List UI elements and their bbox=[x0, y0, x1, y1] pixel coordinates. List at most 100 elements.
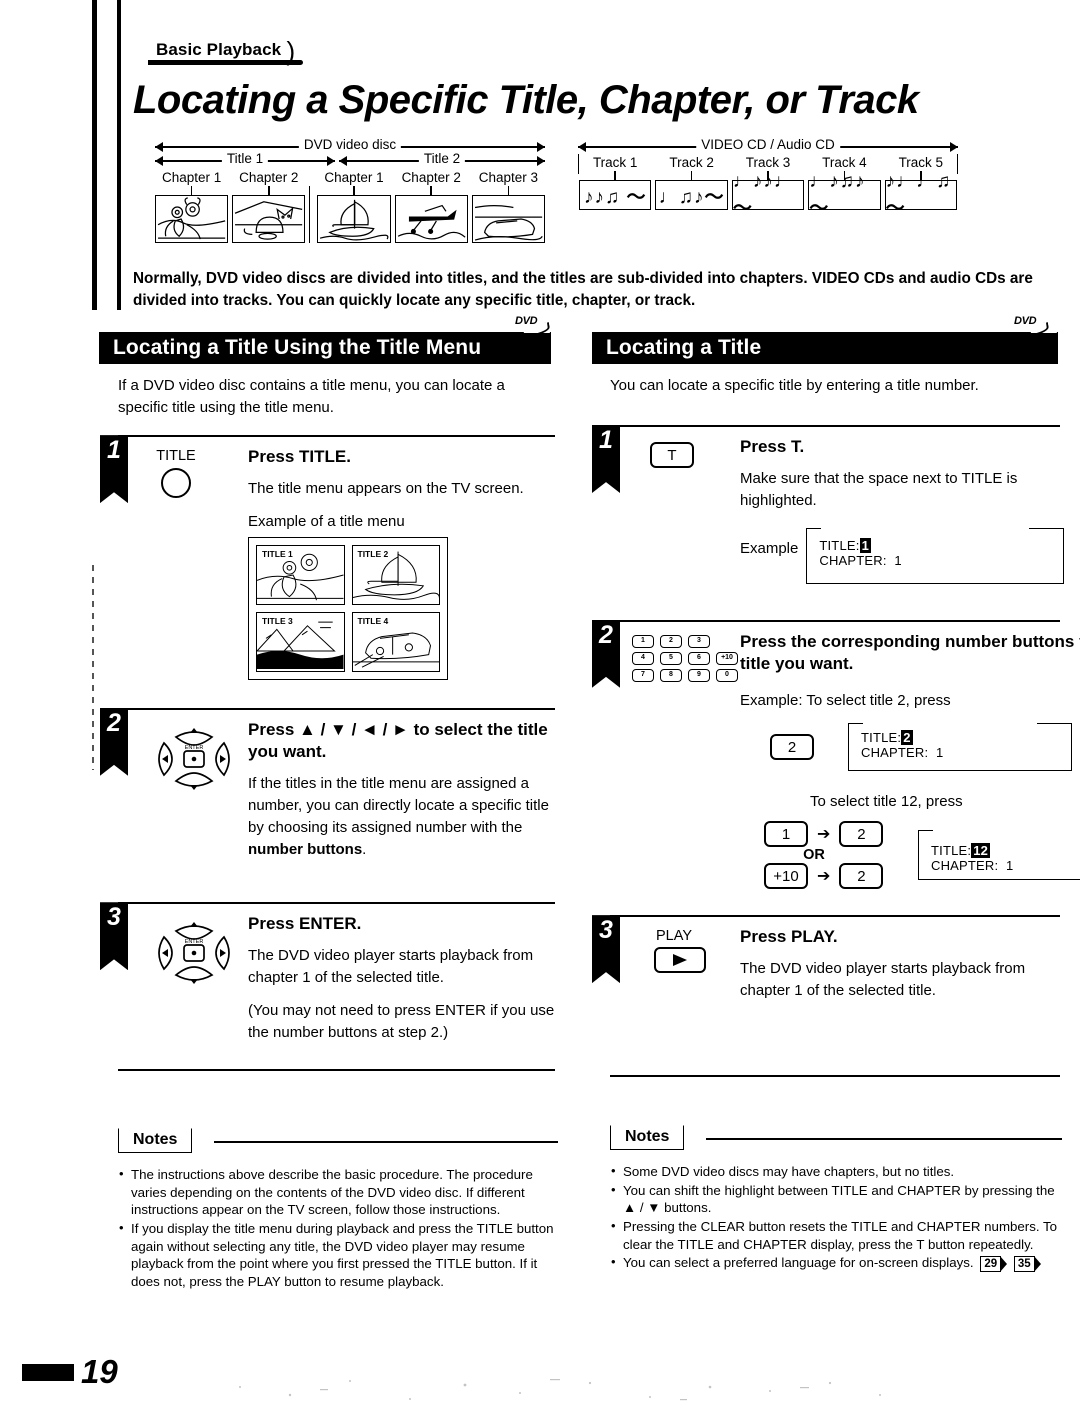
numkey-7[interactable]: 7 bbox=[632, 668, 654, 682]
arrow-right-icon: ➔ bbox=[817, 868, 831, 886]
title2-span-arrow: Title 2 bbox=[339, 151, 545, 168]
page-ref-35[interactable]: 35 bbox=[1013, 1255, 1041, 1273]
title-menu-cell-3[interactable]: TITLE 3 bbox=[256, 611, 345, 672]
step-key-illustration: PLAY bbox=[632, 926, 740, 1013]
track-notes-glyph: ♩♫♪～ bbox=[655, 180, 728, 210]
left-lead-text: If a DVD video disc contains a title men… bbox=[118, 377, 505, 417]
track-notes-glyph: ♩♪♫♪～ bbox=[808, 171, 881, 219]
step-heading: Press the corresponding number buttons f… bbox=[740, 631, 1080, 674]
play-button-icon[interactable] bbox=[654, 947, 706, 974]
page-ref-29[interactable]: 29 bbox=[980, 1255, 1007, 1273]
numkey-2[interactable]: 2 bbox=[660, 634, 682, 648]
title-menu-cell-4[interactable]: TITLE 4 bbox=[351, 611, 440, 672]
section-banner-title-menu: Locating a Title Using the Title Menu bbox=[99, 332, 551, 364]
notes-rule bbox=[214, 1141, 558, 1143]
left-column-closing-rule bbox=[118, 1069, 555, 1071]
chapter-cell: Chapter 1 bbox=[317, 169, 391, 243]
cursor-pad-icon[interactable]: ENTER bbox=[148, 915, 240, 991]
step-number-badge: 1 bbox=[100, 435, 128, 504]
note-item-with-refs: You can select a preferred language for … bbox=[610, 1253, 1062, 1273]
chapter-label: Chapter 2 bbox=[239, 170, 299, 185]
osd-example-display-2: TITLE: 2 CHAPTER: 1 bbox=[848, 722, 1072, 772]
numkey-plus10[interactable]: +10 bbox=[716, 651, 738, 665]
note-item: You can shift the highlight between TITL… bbox=[610, 1181, 1062, 1217]
osd-title-value: 1 bbox=[859, 537, 872, 553]
osd-chapter-label: CHAPTER: bbox=[819, 553, 887, 569]
step-number-badge: 3 bbox=[100, 902, 128, 971]
left-spine-dashed-rule bbox=[92, 565, 94, 770]
title-menu-cell-1[interactable]: TITLE 1 bbox=[256, 544, 345, 605]
example-1-key[interactable]: 2 bbox=[770, 734, 814, 761]
arrow-right-icon: ➔ bbox=[817, 826, 831, 844]
osd-title-label: TITLE: bbox=[931, 843, 972, 859]
number-buttons-keypad-icon[interactable]: 1 2 3 4 5 6 +10 7 8 9 0 bbox=[632, 634, 750, 682]
chapter-label: Chapter 1 bbox=[324, 170, 384, 185]
example-2-key-plus10[interactable]: +10 bbox=[764, 863, 808, 890]
step-number-badge: 3 bbox=[592, 915, 620, 984]
numkey-0[interactable]: 0 bbox=[716, 668, 738, 682]
osd-title-label: TITLE: bbox=[819, 537, 860, 553]
media-structure-diagrams: DVD video disc Title 1 Title 2 Chapter 1 bbox=[133, 137, 1063, 265]
numkey-8[interactable]: 8 bbox=[660, 668, 682, 682]
track-label: Track 1 bbox=[592, 155, 638, 170]
example-2-key-1[interactable]: 1 bbox=[764, 821, 808, 848]
example-2-key-2b[interactable]: 2 bbox=[839, 863, 884, 890]
step-paragraph-part: If the titles in the title menu are assi… bbox=[248, 775, 549, 837]
note-item: The instructions above describe the basi… bbox=[118, 1165, 558, 1219]
note-item-text: You can select a preferred language for … bbox=[623, 1255, 974, 1271]
step-paragraph: The DVD video player starts playback fro… bbox=[740, 959, 1026, 999]
step-paragraph: (You may not need to press ENTER if you … bbox=[248, 1001, 555, 1041]
left-spine-bar-outer bbox=[92, 0, 97, 310]
osd-chapter-row: CHAPTER: 1 bbox=[819, 553, 1063, 568]
title-button-icon[interactable] bbox=[161, 468, 191, 499]
title1-label: Title 1 bbox=[221, 151, 269, 166]
left-spine-bar-inner bbox=[117, 0, 121, 310]
numkey-4[interactable]: 4 bbox=[632, 651, 654, 665]
track-cell: Track 4 ♩♪♫♪～ bbox=[808, 154, 881, 219]
step-heading: Press ▲ / ▼ / ◄ / ► to select the title … bbox=[248, 719, 548, 762]
example-2-key-2[interactable]: 2 bbox=[839, 821, 884, 848]
dvd-span-label: DVD video disc bbox=[298, 137, 402, 152]
right-step-2: 2 1 2 3 4 5 6 +10 7 8 9 0 Press the corr… bbox=[592, 619, 1080, 890]
track-label: Track 5 bbox=[898, 155, 944, 170]
osd-chapter-label: CHAPTER: bbox=[861, 745, 929, 761]
example-1-label: Example: To select title 2, press bbox=[740, 691, 951, 709]
left-step-1: 1 TITLE Press TITLE. The title menu appe… bbox=[100, 435, 555, 684]
left-step-2: 2 ENTER Press ▲ / ▼ / ◄ / ► to select th… bbox=[100, 707, 555, 872]
track-notes-glyph: ♩♪♪♩～ bbox=[731, 171, 805, 219]
step-key-illustration: ENTER bbox=[140, 719, 248, 872]
osd-title-row: TITLE: 1 bbox=[819, 537, 1063, 553]
numkey-9[interactable]: 9 bbox=[688, 668, 710, 682]
numkey-6[interactable]: 6 bbox=[688, 651, 710, 665]
page-number: 19 bbox=[81, 1353, 118, 1390]
step-number-badge: 2 bbox=[592, 619, 620, 688]
numkey-1[interactable]: 1 bbox=[632, 634, 654, 648]
dvd-chapter-thumbnails: Chapter 1 Chapter 2 Chapter 1 Chapter 2 … bbox=[155, 169, 546, 243]
numkey-5[interactable]: 5 bbox=[660, 651, 682, 665]
t-button-icon[interactable]: T bbox=[650, 442, 694, 469]
kicker-paren-glyph: ) bbox=[286, 36, 296, 66]
cd-structure-diagram: VIDEO CD / Audio CD Track 1 ♪♪♫ ～ Track … bbox=[578, 137, 958, 219]
osd-example-display-1: TITLE: 1 CHAPTER: 1 bbox=[806, 526, 1065, 584]
track-label: Track 3 bbox=[745, 155, 791, 170]
thumbnail-airplane-icon bbox=[394, 195, 468, 243]
section-banner-locating-title: Locating a Title bbox=[592, 332, 1058, 364]
title-menu-cell-label: TITLE 4 bbox=[356, 615, 390, 626]
notes-heading-row: Notes bbox=[610, 1125, 1062, 1155]
title-menu-cell-2[interactable]: TITLE 2 bbox=[351, 544, 440, 605]
step-paragraph: The DVD video player starts playback fro… bbox=[248, 946, 534, 986]
right-column-closing-rule bbox=[610, 1074, 1060, 1077]
osd-chapter-value: 1 bbox=[935, 745, 944, 761]
notes-heading-label: Notes bbox=[118, 1128, 193, 1153]
page-footer: 19 bbox=[22, 1353, 118, 1391]
cursor-pad-icon[interactable]: ENTER bbox=[148, 721, 240, 797]
right-lead-text: You can locate a specific title by enter… bbox=[610, 377, 979, 394]
track-cell: Track 5 ♪♩♩♫～ bbox=[884, 154, 958, 219]
title2-label: Title 2 bbox=[418, 151, 466, 166]
chapter-label: Chapter 1 bbox=[161, 170, 222, 185]
numkey-3[interactable]: 3 bbox=[688, 634, 710, 648]
title-menu-cell-label: TITLE 1 bbox=[261, 548, 294, 559]
title1-span-arrow: Title 1 bbox=[155, 151, 335, 168]
notes-rule bbox=[706, 1138, 1062, 1140]
chapter-cell: Chapter 1 bbox=[155, 169, 229, 243]
